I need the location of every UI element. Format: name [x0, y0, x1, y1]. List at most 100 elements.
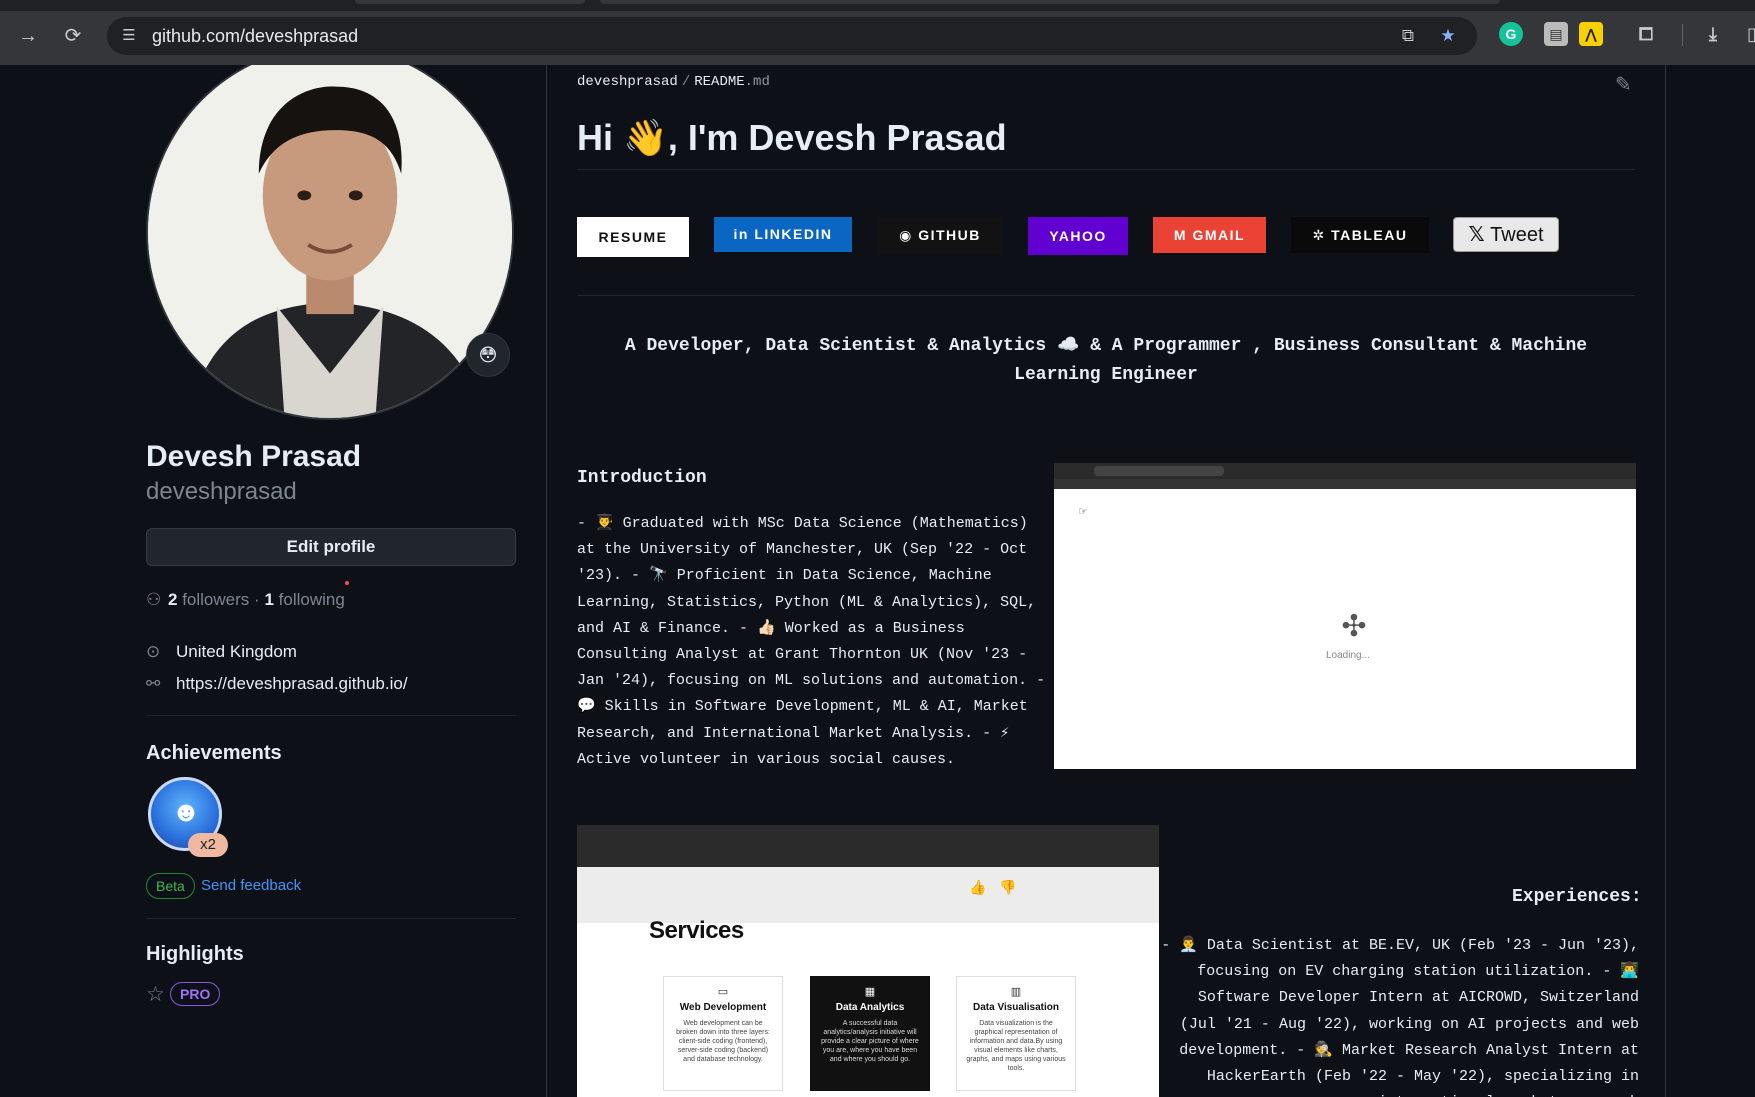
gmail-badge-label: GMAIL	[1192, 227, 1246, 243]
link-icon: ⚯	[146, 674, 161, 693]
linkedin-badge[interactable]: in LINKEDIN	[714, 217, 852, 252]
clipper-extension-icon[interactable]: ⋀	[1579, 22, 1603, 46]
dot-separator: ·	[254, 590, 260, 609]
heading-rule	[577, 169, 1635, 170]
breadcrumb-user-link[interactable]: deveshprasad	[577, 74, 678, 90]
gmail-badge[interactable]: M GMAIL	[1153, 217, 1266, 253]
gmail-icon: M	[1173, 227, 1193, 243]
github-badge[interactable]: ◉ GITHUB	[878, 217, 1002, 253]
readme-box: deveshprasad / README.md ✎ Hi 👋, I'm Deves…	[546, 65, 1666, 1097]
install-app-icon[interactable]: ⧉	[1397, 25, 1419, 47]
website-row: ⚯ https://deveshprasad.github.io/	[146, 674, 408, 694]
edit-profile-button[interactable]: Edit profile	[146, 528, 516, 566]
service-description: Data visualization is the graphical repr…	[966, 1020, 1066, 1072]
follow-stats: ⚇ 2 followers · 1 following	[146, 590, 345, 610]
github-icon: ◉	[899, 227, 919, 243]
github-badge-label: GITHUB	[918, 227, 981, 243]
edit-pencil-icon[interactable]: ✎	[1615, 72, 1632, 97]
status-emoji-button[interactable]: 😳	[466, 333, 510, 377]
tableau-icon: ✲	[1312, 227, 1332, 243]
location-row: ⊙ United Kingdom	[146, 642, 297, 662]
followers-count: 2	[168, 590, 178, 609]
notification-dot	[345, 581, 349, 585]
table-icon: ▦	[864, 986, 876, 998]
followers-label: followers	[182, 590, 250, 609]
bar-chart-icon: ▥	[1010, 986, 1022, 998]
service-description: Web development can be broken down into …	[676, 1020, 770, 1063]
following-count: 1	[264, 590, 274, 609]
tune-icon[interactable]: ☰	[119, 26, 139, 46]
achievement-multiplier: x2	[188, 833, 228, 857]
star-icon: ☆	[146, 983, 165, 1006]
following-link[interactable]: 1 following	[264, 590, 344, 609]
achievements-heading: Achievements	[146, 742, 282, 764]
loading-spinner-icon: ✣	[1341, 610, 1367, 643]
services-heading: Services	[649, 917, 744, 944]
github-profile-page: 😳 Devesh Prasad deveshprasad Edit profil…	[0, 65, 1755, 1097]
browser-chrome: → ⟳ ☰ github.com/deveshprasad ⧉ ★ G ▤ ⋀ …	[0, 0, 1755, 65]
people-icon: ⚇	[146, 590, 162, 609]
location-pin-icon: ⊙	[146, 642, 161, 661]
tableau-badge-label: TABLEAU	[1331, 227, 1408, 243]
experiences-heading: Experiences:	[1512, 887, 1642, 907]
bookmark-star-icon[interactable]: ★	[1437, 25, 1459, 47]
yahoo-badge[interactable]: YAHOO	[1028, 217, 1128, 255]
divider	[146, 918, 516, 919]
forward-arrow-icon[interactable]: →	[15, 23, 41, 49]
avatar-photo	[148, 65, 512, 418]
puzzle-icon[interactable]: ⧠	[1634, 22, 1658, 46]
website-link[interactable]: https://deveshprasad.github.io/	[176, 674, 408, 693]
pro-badge[interactable]: PRO	[170, 982, 221, 1006]
address-bar[interactable]: ☰ github.com/deveshprasad ⧉ ★	[107, 17, 1477, 55]
yahoo-badge-label: YAHOO	[1049, 228, 1107, 244]
profile-username: deveshprasad	[146, 478, 297, 505]
service-title: Web Development	[679, 1002, 767, 1013]
readme-title: Hi 👋, I'm Devesh Prasad	[577, 117, 1007, 158]
url-text[interactable]: github.com/deveshprasad	[152, 26, 358, 47]
portfolio-screenshot-loading[interactable]: ☞ ✣ Loading...	[1054, 463, 1636, 769]
resume-badge[interactable]: RESUME	[577, 217, 689, 257]
cursor-icon: ☞	[1078, 506, 1088, 518]
x-logo-icon: 𝕏	[1468, 224, 1491, 246]
breadcrumb-file: README.md	[694, 74, 770, 90]
reload-icon[interactable]: ⟳	[60, 23, 86, 49]
divider	[146, 715, 516, 716]
service-card: ▥ Data Visualisation Data visualization …	[956, 976, 1076, 1091]
service-title: Data Visualisation	[973, 1002, 1059, 1013]
profile-name: Devesh Prasad	[146, 440, 362, 473]
introduction-heading: Introduction	[577, 468, 707, 488]
download-icon[interactable]: ⤓	[1701, 22, 1725, 46]
following-label: following	[278, 590, 345, 609]
service-card: ▦ Data Analytics A successful data analy…	[810, 976, 930, 1091]
tweet-button-label: Tweet	[1490, 224, 1544, 246]
introduction-text: - 👨‍🎓 Graduated with MSc Data Science (M…	[577, 515, 1046, 768]
location-text: United Kingdom	[176, 642, 297, 661]
screenshot-browser-bar	[1054, 463, 1636, 479]
portfolio-screenshot-services[interactable]: 👍 👎 Services ▭ Web Development Web devel…	[577, 825, 1159, 1097]
grammarly-extension-icon[interactable]: G	[1499, 22, 1523, 46]
followers-link[interactable]: 2 followers	[168, 590, 249, 609]
service-card: ▭ Web Development Web development can be…	[663, 976, 783, 1091]
tweet-button[interactable]: 𝕏 Tweet	[1453, 217, 1559, 252]
experiences-text: - 👨‍💼 Data Scientist at BE.EV, UK (Feb '…	[1161, 937, 1639, 1097]
loading-text: Loading...	[1326, 650, 1370, 661]
laptop-icon: ▭	[717, 986, 729, 998]
send-feedback-link[interactable]: Send feedback	[201, 877, 301, 894]
breadcrumb-filename: README	[694, 74, 745, 90]
breadcrumb-separator: /	[681, 74, 691, 90]
section-rule	[577, 295, 1635, 296]
thumbs-down-icon: 👎	[999, 879, 1017, 895]
screenshot-bookmarks-bar	[1054, 479, 1636, 489]
notes-extension-icon[interactable]: ▤	[1544, 22, 1568, 46]
highlights-heading: Highlights	[146, 943, 244, 965]
avatar[interactable]	[146, 65, 514, 420]
service-title: Data Analytics	[835, 1002, 905, 1013]
profile-icon[interactable]: ▯	[1740, 22, 1755, 46]
tableau-badge[interactable]: ✲ TABLEAU	[1291, 217, 1429, 253]
shark-icon: ☻	[171, 796, 201, 827]
tagline: A Developer, Data Scientist & Analytics …	[624, 336, 1588, 385]
toolbar-divider	[1682, 24, 1683, 46]
service-description: A successful data analytics/analysis ini…	[821, 1020, 919, 1063]
screenshot-browser-bar	[577, 825, 1159, 867]
linkedin-icon: in	[733, 226, 755, 242]
